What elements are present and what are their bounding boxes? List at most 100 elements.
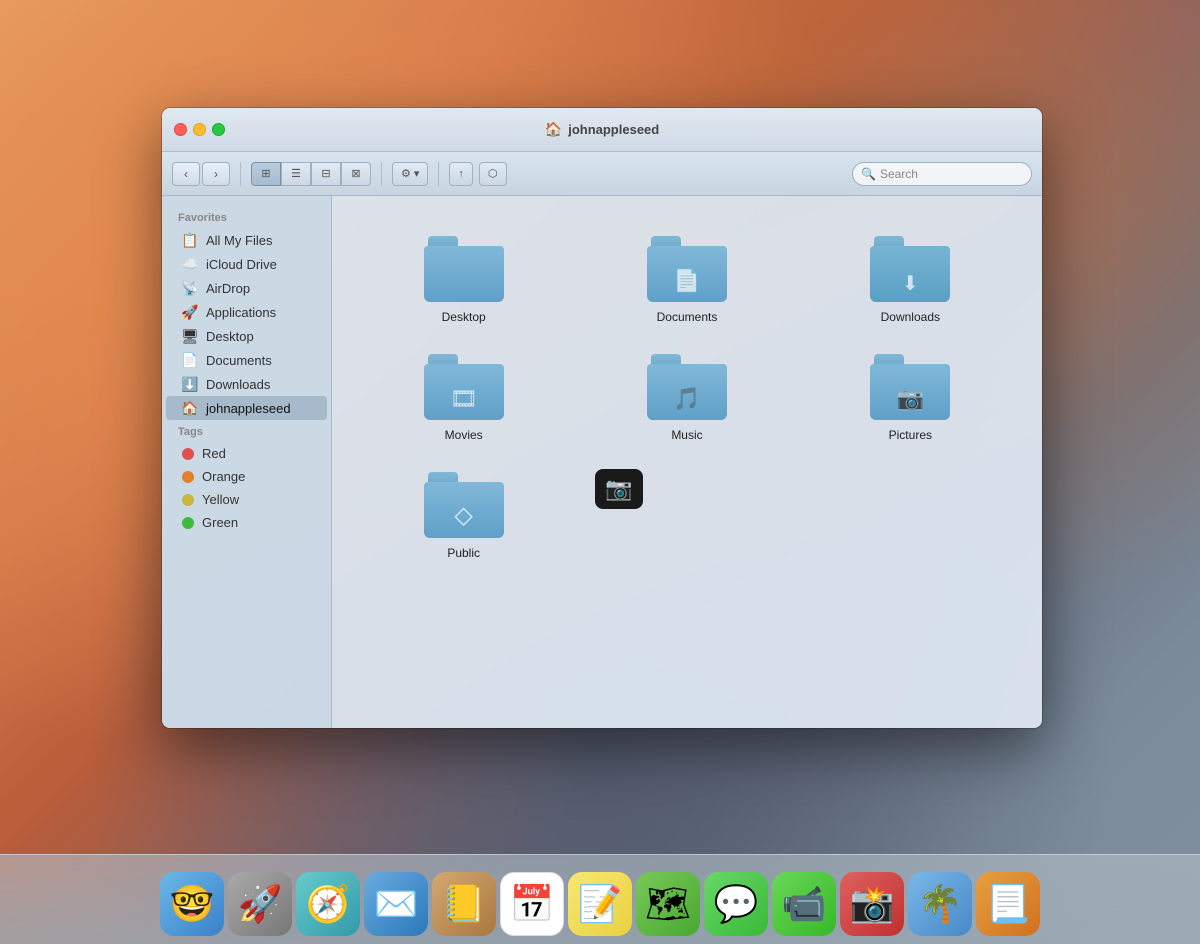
sidebar-item-applications[interactable]: 🚀 Applications xyxy=(166,300,327,324)
folder-label-public: Public xyxy=(447,546,480,560)
sidebar-item-label: AirDrop xyxy=(206,281,250,296)
tags-label: Tags xyxy=(162,420,331,442)
folder-label-music: Music xyxy=(671,428,702,442)
folder-public[interactable]: ◇ Public xyxy=(352,462,575,570)
sidebar: Favorites 📋 All My Files ☁️ iCloud Drive… xyxy=(162,196,332,728)
dock-safari[interactable]: 🧭 xyxy=(296,872,360,936)
folder-icon-downloads: ⬇ xyxy=(870,236,950,302)
toolbar: ‹ › ⊞ ☰ ⊟ ⊠ ⚙ ▾ ↑ ⬡ 🔍 Search xyxy=(162,152,1042,196)
calendar-icon: 📅 xyxy=(510,883,555,925)
toolbar-separator-3 xyxy=(438,162,439,186)
forward-button[interactable]: › xyxy=(202,162,230,186)
dock-contacts[interactable]: 📒 xyxy=(432,872,496,936)
folder-movies[interactable]: 🎞 Movies xyxy=(352,344,575,452)
red-tag-dot xyxy=(182,448,194,460)
folder-label-desktop: Desktop xyxy=(442,310,486,324)
view-buttons: ⊞ ☰ ⊟ ⊠ xyxy=(251,162,371,186)
folder-music[interactable]: 🎵 Music xyxy=(575,344,798,452)
folder-pictures[interactable]: 📷 Pictures xyxy=(799,344,1022,452)
dock: 🤓 🚀 🧭 ✉️ 📒 📅 📝 🗺 💬 📹 📸 🌴 📃 xyxy=(0,854,1200,944)
dock-pages[interactable]: 📃 xyxy=(976,872,1040,936)
folder-icon-music: 🎵 xyxy=(647,354,727,420)
share-icon: ↑ xyxy=(458,168,464,180)
desktop-icon: 🖥 xyxy=(182,328,198,344)
sidebar-item-all-my-files[interactable]: 📋 All My Files xyxy=(166,228,327,252)
finder-window: 🏠 johnappleseed ‹ › ⊞ ☰ ⊟ ⊠ ⚙ ▾ ↑ ⬡ � xyxy=(162,108,1042,728)
dock-facetime[interactable]: 📹 xyxy=(772,872,836,936)
sidebar-item-label: All My Files xyxy=(206,233,272,248)
documents-icon: 📄 xyxy=(182,352,198,368)
finder-icon: 🤓 xyxy=(170,883,215,925)
dock-finder[interactable]: 🤓 xyxy=(160,872,224,936)
search-box[interactable]: 🔍 Search xyxy=(852,162,1032,186)
dock-photo-booth[interactable]: 📸 xyxy=(840,872,904,936)
mail-icon: ✉️ xyxy=(374,883,419,925)
pictures-symbol: 📷 xyxy=(897,386,924,412)
maximize-button[interactable] xyxy=(212,123,225,136)
camera-icon: 📷 xyxy=(595,469,643,509)
dock-iphoto[interactable]: 🌴 xyxy=(908,872,972,936)
sidebar-item-home[interactable]: 🏠 johnappleseed xyxy=(166,396,327,420)
sidebar-item-tag-green[interactable]: Green xyxy=(166,511,327,534)
dock-messages[interactable]: 💬 xyxy=(704,872,768,936)
folder-label-movies: Movies xyxy=(445,428,483,442)
favorites-label: Favorites xyxy=(162,206,331,228)
column-view-button[interactable]: ⊟ xyxy=(311,162,341,186)
dock-launchpad[interactable]: 🚀 xyxy=(228,872,292,936)
close-button[interactable] xyxy=(174,123,187,136)
icon-view-button[interactable]: ⊞ xyxy=(251,162,281,186)
sidebar-item-label: Green xyxy=(202,515,238,530)
back-button[interactable]: ‹ xyxy=(172,162,200,186)
sidebar-item-label: Yellow xyxy=(202,492,239,507)
cover-flow-button[interactable]: ⊠ xyxy=(341,162,371,186)
arrange-icon: ⚙ xyxy=(401,167,411,180)
folder-label-pictures: Pictures xyxy=(889,428,932,442)
dock-calendar[interactable]: 📅 xyxy=(500,872,564,936)
sidebar-item-downloads[interactable]: ⬇️ Downloads xyxy=(166,372,327,396)
dock-maps[interactable]: 🗺 xyxy=(636,872,700,936)
folder-downloads[interactable]: ⬇ Downloads xyxy=(799,226,1022,334)
sidebar-item-tag-orange[interactable]: Orange xyxy=(166,465,327,488)
yellow-tag-dot xyxy=(182,494,194,506)
toolbar-separator-1 xyxy=(240,162,241,186)
sidebar-item-icloud-drive[interactable]: ☁️ iCloud Drive xyxy=(166,252,327,276)
sidebar-item-label: Desktop xyxy=(206,329,254,344)
sidebar-item-label: Applications xyxy=(206,305,276,320)
sidebar-item-label: Red xyxy=(202,446,226,461)
all-my-files-icon: 📋 xyxy=(182,232,198,248)
sidebar-item-documents[interactable]: 📄 Documents xyxy=(166,348,327,372)
safari-icon: 🧭 xyxy=(306,883,351,925)
title-bar: 🏠 johnappleseed xyxy=(162,108,1042,152)
sidebar-item-tag-yellow[interactable]: Yellow xyxy=(166,488,327,511)
folder-desktop[interactable]: Desktop xyxy=(352,226,575,334)
contacts-icon: 📒 xyxy=(442,883,487,925)
share-button[interactable]: ↑ xyxy=(449,162,473,186)
sidebar-item-tag-red[interactable]: Red xyxy=(166,442,327,465)
maps-icon: 🗺 xyxy=(645,883,691,925)
home-icon: 🏠 xyxy=(182,400,198,416)
screenshot-camera-overlay: 📷 xyxy=(579,456,659,522)
sidebar-item-label: johnappleseed xyxy=(206,401,291,416)
dock-notes[interactable]: 📝 xyxy=(568,872,632,936)
public-symbol: ◇ xyxy=(454,501,472,530)
arrange-chevron: ▾ xyxy=(414,167,420,180)
facetime-icon: 📹 xyxy=(782,883,827,925)
applications-icon: 🚀 xyxy=(182,304,198,320)
icloud-icon: ☁️ xyxy=(182,256,198,272)
arrange-button[interactable]: ⚙ ▾ xyxy=(392,162,428,186)
airdrop-icon: 📡 xyxy=(182,280,198,296)
sidebar-item-airdrop[interactable]: 📡 AirDrop xyxy=(166,276,327,300)
sidebar-item-desktop[interactable]: 🖥 Desktop xyxy=(166,324,327,348)
sidebar-item-label: iCloud Drive xyxy=(206,257,277,272)
folder-documents[interactable]: 📄 Documents xyxy=(575,226,798,334)
movies-symbol: 🎞 xyxy=(450,386,478,412)
folder-icon-public: ◇ xyxy=(424,472,504,538)
minimize-button[interactable] xyxy=(193,123,206,136)
search-icon: 🔍 xyxy=(861,167,876,181)
dock-mail[interactable]: ✉️ xyxy=(364,872,428,936)
tag-button[interactable]: ⬡ xyxy=(479,162,507,186)
pages-icon: 📃 xyxy=(986,883,1031,925)
music-symbol: 🎵 xyxy=(673,386,700,412)
sidebar-item-label: Orange xyxy=(202,469,245,484)
list-view-button[interactable]: ☰ xyxy=(281,162,311,186)
